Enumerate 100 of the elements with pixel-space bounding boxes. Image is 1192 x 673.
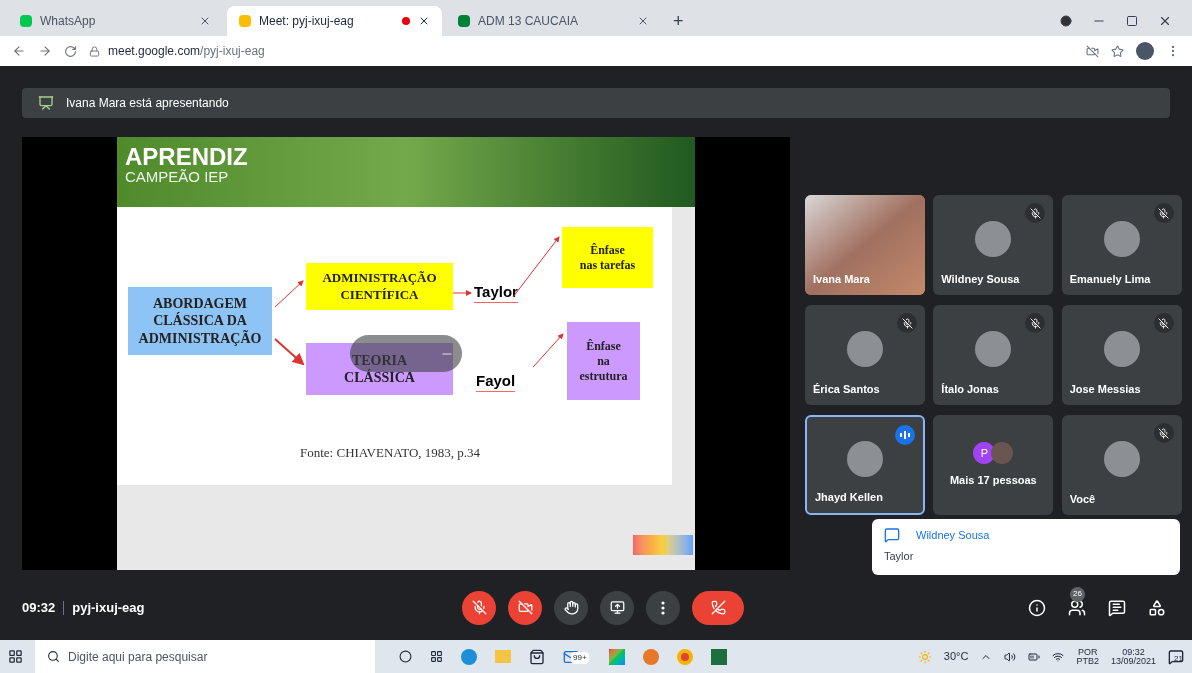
people-icon[interactable] [1068,598,1086,617]
mic-button[interactable] [462,590,496,625]
participant-name: Emanuely Lima [1069,271,1151,287]
language[interactable]: POR [1077,647,1098,657]
participant-tile[interactable]: Jose Messias [1061,305,1182,405]
site-icon [239,15,251,27]
avatar [975,221,1012,257]
arrow [452,290,472,296]
task-view-icon[interactable] [430,650,443,663]
mic-off-icon [471,600,487,615]
people-count: 26 [1070,586,1085,602]
raise-hand-button[interactable] [554,590,588,625]
chat-icon[interactable] [1108,598,1126,617]
present-screen-icon [609,600,625,615]
meeting-code: pyj-ixuj-eag [72,598,145,617]
diagram-box: TEORIA CLÁSSICA [306,343,453,395]
battery-icon[interactable] [1028,650,1041,663]
chat-icon [884,527,900,544]
logos-drawing [633,535,693,555]
diagram-label: Taylor [474,283,518,303]
camera-icon[interactable] [1086,44,1099,58]
clock-date[interactable]: 13/09/2021 [1110,656,1156,666]
participant-name: Jhayd Kellen [815,489,883,505]
wifi-icon[interactable] [1052,650,1065,663]
participant-tile[interactable]: Wildney Sousa [933,195,1054,295]
participant-tile[interactable]: Ivana Mara [805,195,925,295]
tab-title: Meet: pyj-ixuj-eag [259,13,355,30]
notification-count: 21 [1174,652,1183,665]
more-button[interactable] [646,590,680,625]
diagram-box: ADMINISTRAÇÃO CIENTÍFICA [306,263,453,310]
store-icon[interactable] [529,648,545,665]
camera-button[interactable] [508,590,542,625]
volume-icon[interactable] [1004,650,1017,663]
chat-message: Taylor [884,548,915,564]
close-icon[interactable] [418,15,430,27]
tab-title: WhatsApp [40,13,97,30]
participant-tile[interactable]: P Mais 17 pessoas [933,415,1054,515]
profile-avatar[interactable] [1136,42,1154,60]
present-button[interactable] [600,590,634,625]
participant-tile[interactable]: Jhayd Kellen [805,415,925,515]
lock-icon [89,45,100,57]
participant-tile[interactable]: Emanuely Lima [1061,195,1182,295]
url-text[interactable]: meet.google.com/pyj-ixuj-eag [108,42,265,60]
participant-name: Wildney Sousa [941,271,1020,287]
new-tab-button[interactable]: + [665,6,692,36]
browser-tab[interactable]: Meet: pyj-ixuj-eag [227,6,442,36]
meeting-time: 09:32 [22,598,56,617]
diagram-box: ABORDAGEM CLÁSSICA DA ADMINISTRAÇÃO [128,287,272,355]
browser-tab[interactable]: WhatsApp [8,6,223,36]
end-call-button[interactable] [692,590,744,625]
clock-time[interactable]: 09:32 [1122,647,1145,657]
avatar [991,441,1014,464]
start-icon[interactable] [8,649,23,664]
presenting-icon [38,95,54,111]
reload-icon[interactable] [64,44,77,58]
taskbar-search-field[interactable]: Digite aqui para pesquisar [35,640,375,673]
logo-subtitle: CAMPEÃO IEP [125,169,230,184]
search-icon [47,650,60,663]
arrow [274,338,305,366]
activities-icon[interactable] [1148,598,1166,617]
participant-name: Ítalo Jonas [941,381,999,397]
avatar [1103,221,1140,257]
weather-icon [917,649,932,664]
speaking-icon [895,425,915,445]
record-icon[interactable] [1060,15,1072,27]
diagram-box: Ênfase nas tarefas [562,227,653,288]
participant-tile[interactable]: Érica Santos [805,305,925,405]
notification-icon[interactable] [1168,648,1184,665]
avatar [975,331,1012,367]
diagram-label: Fayol [476,372,516,392]
participant-tile[interactable]: Você [1061,415,1182,515]
chat-sender: Wildney Sousa [916,528,990,543]
participant-name: Ivana Mara [813,271,870,287]
source-caption: Fonte: CHIAVENATO, 1983, p.34 [300,444,481,462]
camera-off-icon [517,600,533,615]
forward-icon[interactable] [38,44,52,58]
keyboard-layout[interactable]: PTB2 [1076,656,1099,666]
chat-notification[interactable]: Wildney Sousa Taylor [872,519,1180,575]
star-icon[interactable] [1111,44,1124,58]
participant-name: Jose Messias [1069,381,1141,397]
logo-text: APRENDIZ [125,145,248,169]
restore-icon[interactable] [1126,15,1138,27]
back-icon[interactable] [12,44,26,58]
avatar [847,441,883,477]
site-icon [458,15,470,27]
close-icon[interactable] [1158,14,1172,28]
avatar [847,331,883,367]
participant-name: Mais 17 pessoas [949,472,1037,488]
participant-tile[interactable]: Ítalo Jonas [933,305,1054,405]
participant-name: Érica Santos [813,381,880,397]
avatar [1103,441,1140,477]
temperature: 30°C [943,649,969,665]
browser-tab[interactable]: ADM 13 CAUCAIA [446,6,661,36]
more-icon [661,600,665,615]
info-icon[interactable] [1028,598,1046,617]
avatar [1103,331,1140,367]
arrow [274,280,304,308]
cortana-icon[interactable] [399,650,412,663]
diagram-box: Ênfase na estrutura [567,322,640,400]
participant-name: Você [1069,491,1096,507]
